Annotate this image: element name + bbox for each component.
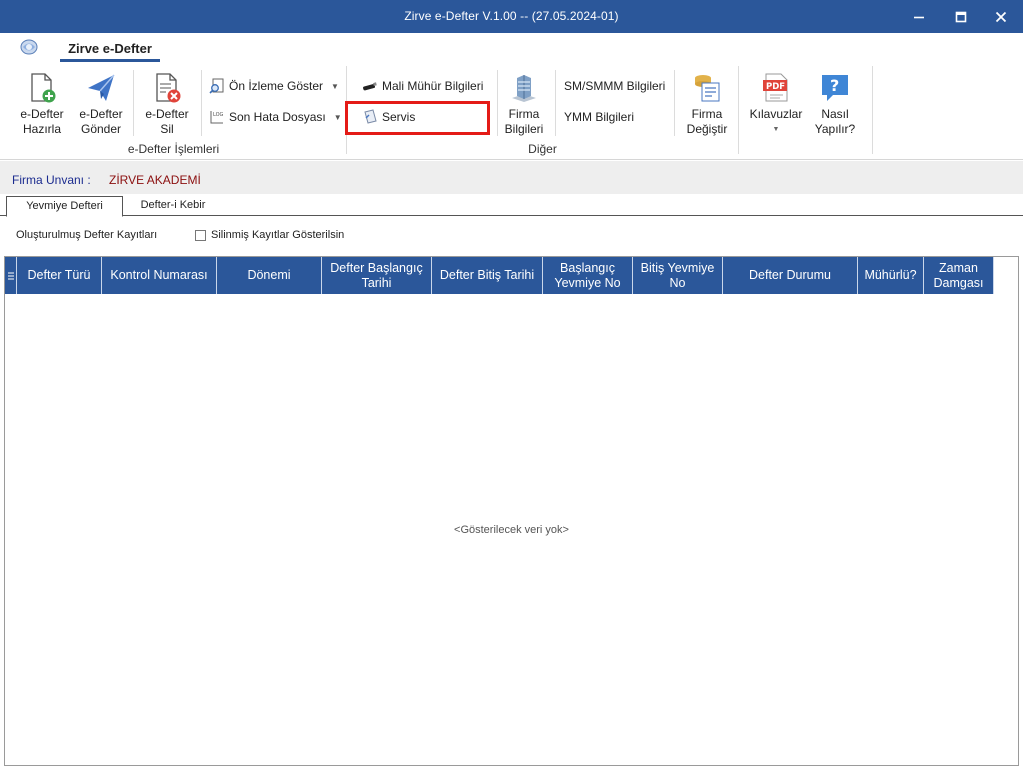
log-file-icon: LOG: [210, 111, 224, 124]
svg-text:?: ?: [830, 76, 839, 95]
firma-unvani-value: ZİRVE AKADEMİ: [109, 173, 201, 187]
preview-icon: [209, 78, 224, 94]
column-header[interactable]: Defter Durumu: [723, 257, 858, 294]
close-button[interactable]: [981, 0, 1021, 33]
empty-grid-message: <Gösterilecek veri yok>: [454, 524, 569, 536]
ribbon-separator: [674, 70, 675, 136]
son-hata-dosyasi-button[interactable]: LOG Son Hata Dosyası ▼: [209, 106, 342, 128]
firma-degistir-line2: Değiştir: [686, 122, 728, 136]
dropdown-arrow-icon: ▼: [772, 126, 780, 133]
on-izleme-label: Ön İzleme Göster: [229, 79, 324, 93]
group-label-diger: Diğer: [528, 142, 557, 156]
servis-highlight-box: [345, 101, 490, 135]
hazirla-line1: e-Defter: [20, 107, 64, 121]
column-header[interactable]: Dönemi: [217, 257, 322, 294]
tab-yevmiye-defteri[interactable]: Yevmiye Defteri: [6, 196, 123, 217]
ribbon: e-Defter Hazırla e-Defter Gönder e-Defte…: [0, 62, 1023, 160]
tab-zirve-edefter[interactable]: Zirve e-Defter: [60, 38, 160, 62]
son-hata-label: Son Hata Dosyası: [229, 110, 326, 124]
ribbon-group-separator: [738, 66, 739, 154]
dropdown-arrow-icon: ▼: [333, 112, 342, 122]
ymm-label: YMM Bilgileri: [564, 110, 635, 124]
nasil-yapilir-button[interactable]: ? Nasıl Yapılır?: [808, 72, 862, 137]
tab-defter-i-kebir[interactable]: Defter-i Kebir: [124, 196, 222, 217]
company-switch-icon: [695, 75, 720, 102]
show-deleted-checkbox[interactable]: Silinmiş Kayıtlar Gösterilsin: [195, 229, 344, 241]
column-header[interactable]: Defter Başlangıç Tarihi: [322, 257, 432, 294]
hazirla-line2: Hazırla: [22, 122, 61, 136]
app-logo-icon: [20, 39, 38, 55]
column-header[interactable]: Defter Türü: [17, 257, 102, 294]
sil-line1: e-Defter: [145, 107, 189, 121]
svg-text:LOG: LOG: [213, 112, 224, 118]
firma-bilgileri-button[interactable]: Firma Bilgileri: [498, 72, 550, 137]
ribbon-separator: [133, 70, 134, 136]
firma-bilgileri-line2: Bilgileri: [504, 122, 544, 136]
ribbon-separator: [555, 70, 556, 136]
gonder-line1: e-Defter: [79, 107, 123, 121]
records-grid[interactable]: Defter Türü Kontrol Numarası Dönemi Deft…: [4, 256, 1019, 766]
sm-smmm-bilgileri-button[interactable]: SM/SMMM Bilgileri: [564, 75, 665, 97]
new-document-icon: [31, 73, 56, 103]
minimize-button[interactable]: [899, 0, 939, 33]
maximize-button[interactable]: [941, 0, 981, 33]
mali-muhur-bilgileri-button[interactable]: Mali Mühür Bilgileri: [362, 75, 483, 97]
grid-header: Defter Türü Kontrol Numarası Dönemi Deft…: [5, 257, 994, 294]
nasil-line2: Yapılır?: [814, 122, 856, 136]
edefter-sil-button[interactable]: e-Defter Sil: [140, 72, 194, 137]
maximize-icon: [955, 11, 967, 22]
ymm-bilgileri-button[interactable]: YMM Bilgileri: [564, 106, 634, 128]
column-chooser-icon[interactable]: [5, 257, 17, 294]
show-deleted-label: Silinmiş Kayıtlar Gösterilsin: [211, 229, 345, 241]
svg-text:PDF: PDF: [766, 82, 785, 92]
column-header[interactable]: Bitiş Yevmiye No: [633, 257, 723, 294]
records-label: Oluşturulmuş Defter Kayıtları: [16, 229, 158, 241]
title-bar: Zirve e-Defter V.1.00 -- (27.05.2024-01): [0, 0, 1023, 33]
gonder-line2: Gönder: [80, 122, 122, 136]
kilavuzlar-button[interactable]: PDF Kılavuzlar ▼: [746, 72, 806, 137]
dropdown-arrow-icon: ▼: [331, 81, 339, 91]
column-header[interactable]: Başlangıç Yevmiye No: [543, 257, 633, 294]
column-header[interactable]: Defter Bitiş Tarihi: [432, 257, 543, 294]
delete-document-icon: [156, 73, 181, 103]
window-title: Zirve e-Defter V.1.00 -- (27.05.2024-01): [404, 9, 619, 23]
pdf-icon: PDF: [763, 73, 788, 102]
nasil-line1: Nasıl: [821, 107, 849, 121]
building-icon: [512, 75, 536, 102]
ribbon-separator: [201, 70, 202, 136]
firma-unvani-label: Firma Unvanı :: [12, 173, 91, 187]
send-plane-icon: [88, 74, 115, 101]
firma-degistir-button[interactable]: Firma Değiştir: [680, 72, 734, 137]
app-menu-button[interactable]: [18, 38, 40, 58]
sil-line2: Sil: [160, 122, 174, 136]
firma-bilgileri-line1: Firma: [508, 107, 540, 121]
checkbox-box[interactable]: [195, 229, 206, 241]
firma-degistir-line1: Firma: [691, 107, 723, 121]
column-header[interactable]: Zaman Damgası: [924, 257, 994, 294]
sm-smmm-label: SM/SMMM Bilgileri: [564, 79, 666, 93]
edefter-hazirla-button[interactable]: e-Defter Hazırla: [14, 72, 70, 137]
usb-token-icon: [363, 82, 377, 91]
column-header[interactable]: Mühürlü?: [858, 257, 924, 294]
edefter-gonder-button[interactable]: e-Defter Gönder: [74, 72, 128, 137]
column-header[interactable]: Kontrol Numarası: [102, 257, 217, 294]
close-icon: [995, 11, 1007, 22]
group-label-edefter: e-Defter İşlemleri: [127, 142, 220, 156]
kilavuzlar-label: Kılavuzlar: [749, 107, 803, 121]
help-icon: ?: [822, 75, 848, 101]
minimize-icon: [914, 16, 924, 18]
on-izleme-goster-button[interactable]: Ön İzleme Göster ▼: [209, 75, 339, 97]
mali-muhur-label: Mali Mühür Bilgileri: [382, 79, 484, 93]
ribbon-group-separator: [872, 66, 873, 154]
